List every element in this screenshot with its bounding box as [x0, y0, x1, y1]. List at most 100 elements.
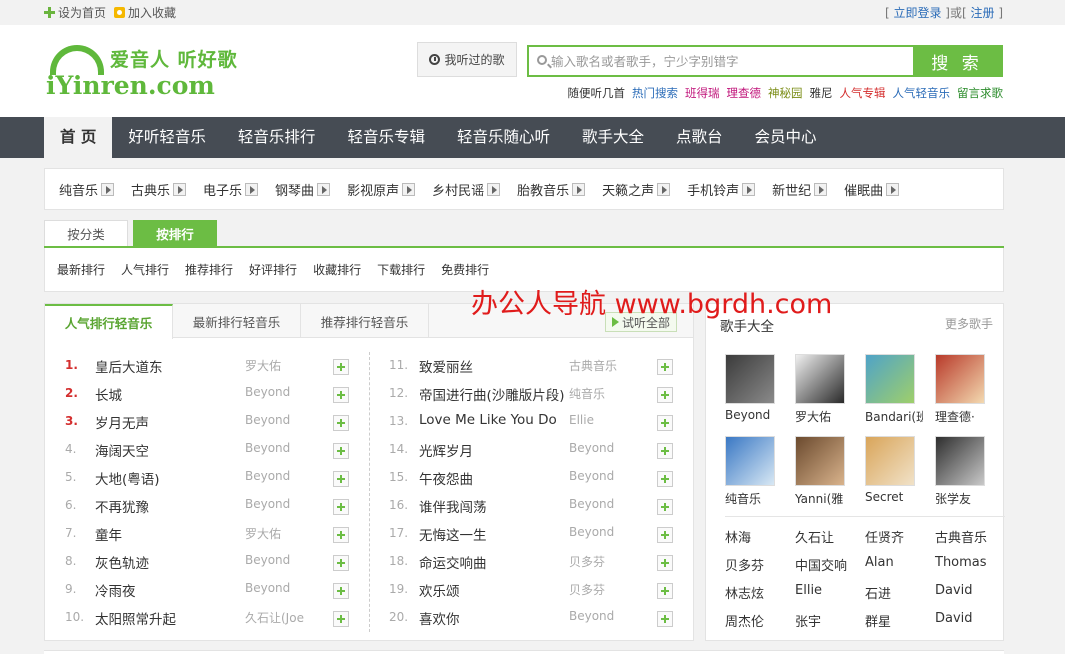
sort-link[interactable]: 人气排行 [121, 261, 169, 278]
song-artist[interactable]: Beyond [245, 385, 317, 399]
search-button[interactable]: 搜 索 [913, 47, 1001, 75]
category-item[interactable]: 新世纪 [772, 180, 828, 199]
song-title[interactable]: 光辉岁月 [419, 440, 569, 460]
song-title[interactable]: 喜欢你 [419, 608, 569, 628]
add-to-list-icon[interactable] [657, 555, 673, 571]
add-to-list-icon[interactable] [333, 387, 349, 403]
category-item[interactable]: 手机铃声 [687, 180, 756, 199]
tab-newest-rank[interactable]: 最新排行轻音乐 [173, 304, 301, 338]
add-to-list-icon[interactable] [333, 499, 349, 515]
hot-link[interactable]: 随便听几首 [568, 85, 626, 101]
sort-link[interactable]: 下载排行 [377, 261, 425, 278]
singer-card[interactable]: 罗大佑 [795, 354, 847, 425]
tab-recommended-rank[interactable]: 推荐排行轻音乐 [301, 304, 429, 338]
add-to-list-icon[interactable] [333, 359, 349, 375]
song-artist[interactable]: 罗大佑 [245, 525, 317, 542]
song-artist[interactable]: 贝多芬 [569, 581, 641, 598]
singer-name[interactable]: Secret [865, 490, 923, 504]
singer-avatar[interactable] [935, 436, 985, 486]
login-link[interactable]: 立即登录 [893, 6, 941, 20]
singer-avatar[interactable] [935, 354, 985, 404]
hot-link[interactable]: 人气轻音乐 [893, 85, 951, 101]
search-input[interactable] [551, 50, 911, 72]
singer-card[interactable]: Yanni(雅 [795, 436, 847, 507]
add-to-list-icon[interactable] [333, 443, 349, 459]
nav-item[interactable]: 点歌台 [660, 117, 739, 158]
tab-by-category[interactable]: 按分类 [44, 220, 128, 246]
song-title[interactable]: 欢乐颂 [419, 580, 569, 600]
singer-avatar[interactable] [795, 354, 845, 404]
song-artist[interactable]: 贝多芬 [569, 553, 641, 570]
add-to-list-icon[interactable] [657, 415, 673, 431]
category-item[interactable]: 电子乐 [203, 180, 259, 199]
add-to-list-icon[interactable] [657, 443, 673, 459]
hot-link[interactable]: 理查德 [727, 85, 762, 101]
category-item[interactable]: 催眠曲 [844, 180, 900, 199]
singer-card[interactable]: Secret [865, 436, 917, 504]
singer-name[interactable]: Beyond [725, 408, 783, 422]
category-item[interactable]: 天籁之声 [602, 180, 671, 199]
category-item[interactable]: 乡村民谣 [432, 180, 501, 199]
add-favorite-link[interactable]: 加入收藏 [114, 4, 176, 21]
nav-item[interactable]: 轻音乐专辑 [331, 117, 441, 158]
song-artist[interactable]: Beyond [245, 553, 317, 567]
song-artist[interactable]: Beyond [245, 497, 317, 511]
song-title[interactable]: 谁伴我闯荡 [419, 496, 569, 516]
singer-card[interactable]: Bandari(班 [865, 354, 923, 425]
add-to-list-icon[interactable] [333, 555, 349, 571]
song-artist[interactable]: 古典音乐 [569, 357, 641, 374]
song-title[interactable]: 大地(粤语) [95, 468, 245, 488]
singer-name[interactable]: 纯音乐 [725, 490, 783, 507]
singer-card[interactable]: 张学友 [935, 436, 987, 507]
song-title[interactable]: 无悔这一生 [419, 524, 569, 544]
song-title[interactable]: 命运交响曲 [419, 552, 569, 572]
singer-name-link[interactable]: 任贤齐 [865, 527, 904, 546]
nav-item[interactable]: 歌手大全 [566, 117, 660, 158]
hot-link[interactable]: 雅尼 [810, 85, 833, 101]
hot-link[interactable]: 留言求歌 [957, 85, 1003, 101]
singer-card[interactable]: Beyond [725, 354, 777, 422]
song-title[interactable]: 灰色轨迹 [95, 552, 245, 572]
add-to-list-icon[interactable] [657, 471, 673, 487]
register-link[interactable]: 注册 [970, 6, 994, 20]
category-item[interactable]: 影视原声 [347, 180, 416, 199]
add-to-list-icon[interactable] [657, 499, 673, 515]
sort-link[interactable]: 收藏排行 [313, 261, 361, 278]
song-title[interactable]: 童年 [95, 524, 245, 544]
nav-item[interactable]: 轻音乐排行 [222, 117, 332, 158]
singer-name[interactable]: Yanni(雅 [795, 490, 853, 507]
singer-name-link[interactable]: Thomas [935, 555, 987, 570]
add-to-list-icon[interactable] [333, 583, 349, 599]
song-title[interactable]: 冷雨夜 [95, 580, 245, 600]
site-logo[interactable]: 爱音人 听好歌 iYinren.com [46, 43, 246, 103]
singer-name-link[interactable]: Ellie [795, 583, 822, 598]
song-artist[interactable]: Beyond [245, 469, 317, 483]
song-title[interactable]: 不再犹豫 [95, 496, 245, 516]
singer-name-link[interactable]: 久石让 [795, 527, 834, 546]
song-artist[interactable]: Beyond [245, 581, 317, 595]
singer-name-link[interactable]: 古典音乐 [935, 527, 987, 546]
song-artist[interactable]: Beyond [569, 441, 641, 455]
singer-name-link[interactable]: David [935, 611, 973, 626]
singer-avatar[interactable] [725, 436, 775, 486]
song-title[interactable]: Love Me Like You Do [419, 412, 569, 428]
song-artist[interactable]: Beyond [245, 441, 317, 455]
song-title[interactable]: 午夜怨曲 [419, 468, 569, 488]
tab-popular-rank[interactable]: 人气排行轻音乐 [45, 304, 173, 339]
song-title[interactable]: 长城 [95, 384, 245, 404]
singer-name-link[interactable]: 张宇 [795, 611, 821, 630]
sort-link[interactable]: 最新排行 [57, 261, 105, 278]
nav-item[interactable]: 首 页 [44, 117, 113, 158]
set-home-link[interactable]: 设为首页 [44, 4, 106, 21]
nav-item[interactable]: 好听轻音乐 [112, 117, 222, 158]
add-to-list-icon[interactable] [657, 527, 673, 543]
singer-name-link[interactable]: 林海 [725, 527, 751, 546]
song-title[interactable]: 海阔天空 [95, 440, 245, 460]
singer-name[interactable]: 张学友 [935, 490, 993, 507]
hot-link[interactable]: 神秘园 [768, 85, 803, 101]
nav-item[interactable]: 会员中心 [739, 117, 833, 158]
singer-avatar[interactable] [795, 436, 845, 486]
add-to-list-icon[interactable] [333, 471, 349, 487]
song-artist[interactable]: Beyond [569, 469, 641, 483]
heard-songs-button[interactable]: 我听过的歌 [417, 42, 517, 77]
